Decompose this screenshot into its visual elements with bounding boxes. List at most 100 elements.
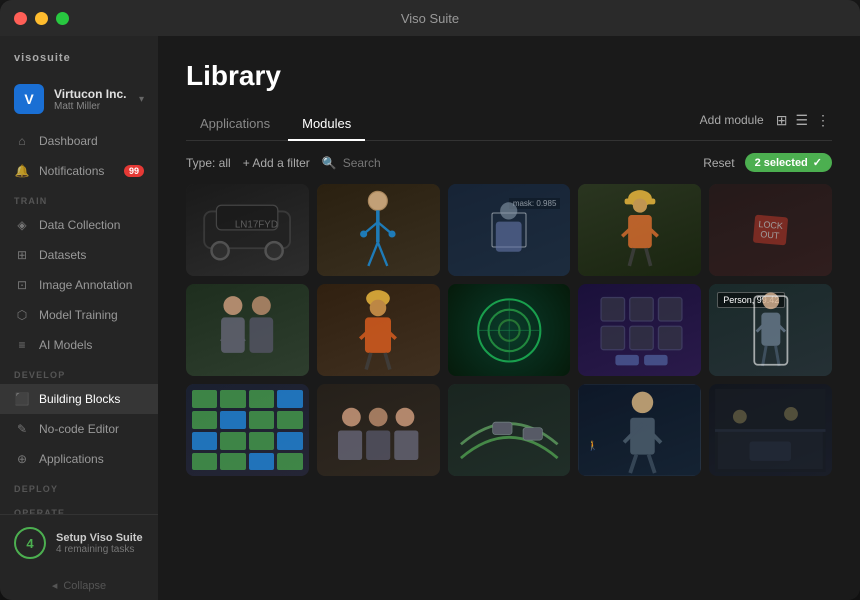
setup-task[interactable]: 4 Setup Viso Suite 4 remaining tasks <box>14 527 144 559</box>
check-icon: ✓ <box>813 156 822 169</box>
org-info: Virtucon Inc. Matt Miller <box>54 87 129 112</box>
sidebar-item-label: Datasets <box>39 248 86 262</box>
setup-circle: 4 <box>14 527 46 559</box>
sidebar-item-building-blocks[interactable]: ⬛ Building Blocks <box>0 384 158 414</box>
org-user: Matt Miller <box>54 101 129 112</box>
more-options-button[interactable]: ⋮ <box>814 110 832 131</box>
library-header: Library Applications Modules Add module … <box>158 36 860 141</box>
setup-subtitle: 4 remaining tasks <box>56 544 143 555</box>
sidebar-item-datasets[interactable]: ⊞ Datasets <box>0 240 158 270</box>
image-grid: LN17FYD <box>186 184 832 476</box>
main-window: Viso Suite visosuite V Virtucon Inc. Mat… <box>0 0 860 600</box>
section-label-train: TRAIN <box>0 186 158 210</box>
logo-text: visosuite <box>14 52 71 64</box>
type-filter[interactable]: Type: all <box>186 156 231 170</box>
grid-item[interactable] <box>317 184 440 276</box>
sidebar-item-label: Model Training <box>39 308 118 322</box>
main-content: visosuite V Virtucon Inc. Matt Miller ▾ … <box>0 36 860 600</box>
org-avatar: V <box>14 84 44 114</box>
sidebar-item-notifications[interactable]: 🔔 Notifications 99 <box>0 156 158 186</box>
sidebar-item-label: No-code Editor <box>39 422 119 436</box>
grid-item[interactable] <box>709 384 832 476</box>
grid-item[interactable] <box>448 284 571 376</box>
window-title: Viso Suite <box>401 11 459 26</box>
filter-bar: Type: all + Add a filter 🔍 Search Reset … <box>158 141 860 184</box>
view-toggle: ⊞ ☰ ⋮ <box>774 110 832 131</box>
tab-bar: Applications Modules Add module ⊞ ☰ ⋮ <box>186 108 832 141</box>
search-label: Search <box>343 156 381 170</box>
reset-button[interactable]: Reset <box>703 156 734 170</box>
grid-item[interactable] <box>448 384 571 476</box>
sidebar-item-model-training[interactable]: ⬡ Model Training <box>0 300 158 330</box>
svg-text:🚶: 🚶 <box>588 440 599 452</box>
grid-item[interactable] <box>186 384 309 476</box>
box-icon: ⬛ <box>14 391 30 407</box>
grid-item[interactable]: 🚶 <box>578 384 701 476</box>
close-button[interactable] <box>14 12 27 25</box>
tab-modules[interactable]: Modules <box>288 108 365 141</box>
minimize-button[interactable] <box>35 12 48 25</box>
sidebar-item-label: Applications <box>39 452 104 466</box>
section-label-deploy: DEPLOY <box>0 474 158 498</box>
sidebar-footer: 4 Setup Viso Suite 4 remaining tasks <box>0 514 158 571</box>
selected-count: 2 selected <box>755 157 808 169</box>
section-label-operate: OPERATE <box>0 498 158 514</box>
app-icon: ⊕ <box>14 451 30 467</box>
sidebar-item-no-code-editor[interactable]: ✎ No-code Editor <box>0 414 158 444</box>
svg-text:LN17FYD: LN17FYD <box>235 220 278 231</box>
chevron-left-icon: ◂ <box>52 579 58 592</box>
maximize-button[interactable] <box>56 12 69 25</box>
grid-item[interactable] <box>186 284 309 376</box>
edit-icon: ✎ <box>14 421 30 437</box>
titlebar: Viso Suite <box>0 0 860 36</box>
sidebar-item-label: AI Models <box>39 338 92 352</box>
filter-actions: Reset 2 selected ✓ <box>703 153 832 172</box>
sidebar-nav: ⌂ Dashboard 🔔 Notifications 99 TRAIN ◈ D… <box>0 126 158 514</box>
tab-applications[interactable]: Applications <box>186 108 284 141</box>
grid-item[interactable] <box>578 284 701 376</box>
collapse-button[interactable]: ◂ Collapse <box>0 571 158 600</box>
layers-icon: ≡ <box>14 337 30 353</box>
sidebar-item-label: Image Annotation <box>39 278 132 292</box>
collapse-label: Collapse <box>63 580 106 592</box>
window-controls <box>14 12 69 25</box>
grid-item[interactable] <box>317 384 440 476</box>
grid-item[interactable] <box>317 284 440 376</box>
add-module-button[interactable]: Add module <box>700 113 764 127</box>
grid-item[interactable]: LN17FYD <box>186 184 309 276</box>
grid-item[interactable] <box>578 184 701 276</box>
tag-icon: ⊡ <box>14 277 30 293</box>
sidebar-item-ai-models[interactable]: ≡ AI Models <box>0 330 158 360</box>
logo-area: visosuite <box>0 36 158 76</box>
org-selector[interactable]: V Virtucon Inc. Matt Miller ▾ <box>0 76 158 126</box>
section-label-develop: DEVELOP <box>0 360 158 384</box>
selected-badge: 2 selected ✓ <box>745 153 832 172</box>
sidebar-item-dashboard[interactable]: ⌂ Dashboard <box>0 126 158 156</box>
notification-badge: 99 <box>124 165 144 177</box>
home-icon: ⌂ <box>14 133 30 149</box>
setup-title: Setup Viso Suite <box>56 532 143 544</box>
sidebar-item-applications[interactable]: ⊕ Applications <box>0 444 158 474</box>
grid-item[interactable]: Person, 99.42 <box>709 284 832 376</box>
main-area: Library Applications Modules Add module … <box>158 36 860 600</box>
list-view-button[interactable]: ☰ <box>793 110 810 131</box>
sidebar-item-data-collection[interactable]: ◈ Data Collection <box>0 210 158 240</box>
grid-view-button[interactable]: ⊞ <box>774 110 790 131</box>
cpu-icon: ⬡ <box>14 307 30 323</box>
org-name: Virtucon Inc. <box>54 87 129 101</box>
sidebar-item-label: Building Blocks <box>39 392 120 406</box>
bell-icon: 🔔 <box>14 163 30 179</box>
grid-icon: ⊞ <box>14 247 30 263</box>
sidebar-item-label: Data Collection <box>39 218 120 232</box>
search-box[interactable]: 🔍 Search <box>322 156 381 170</box>
sidebar: visosuite V Virtucon Inc. Matt Miller ▾ … <box>0 36 158 600</box>
sidebar-item-label: Notifications <box>39 164 104 178</box>
setup-info: Setup Viso Suite 4 remaining tasks <box>56 532 143 555</box>
sidebar-item-image-annotation[interactable]: ⊡ Image Annotation <box>0 270 158 300</box>
sidebar-item-label: Dashboard <box>39 134 98 148</box>
grid-item[interactable]: LOCKOUT <box>709 184 832 276</box>
grid-item[interactable]: mask: 0.985 <box>448 184 571 276</box>
add-filter-button[interactable]: + Add a filter <box>243 156 310 170</box>
tab-actions: Add module ⊞ ☰ ⋮ <box>700 108 832 140</box>
grid-container: LN17FYD <box>158 184 860 600</box>
